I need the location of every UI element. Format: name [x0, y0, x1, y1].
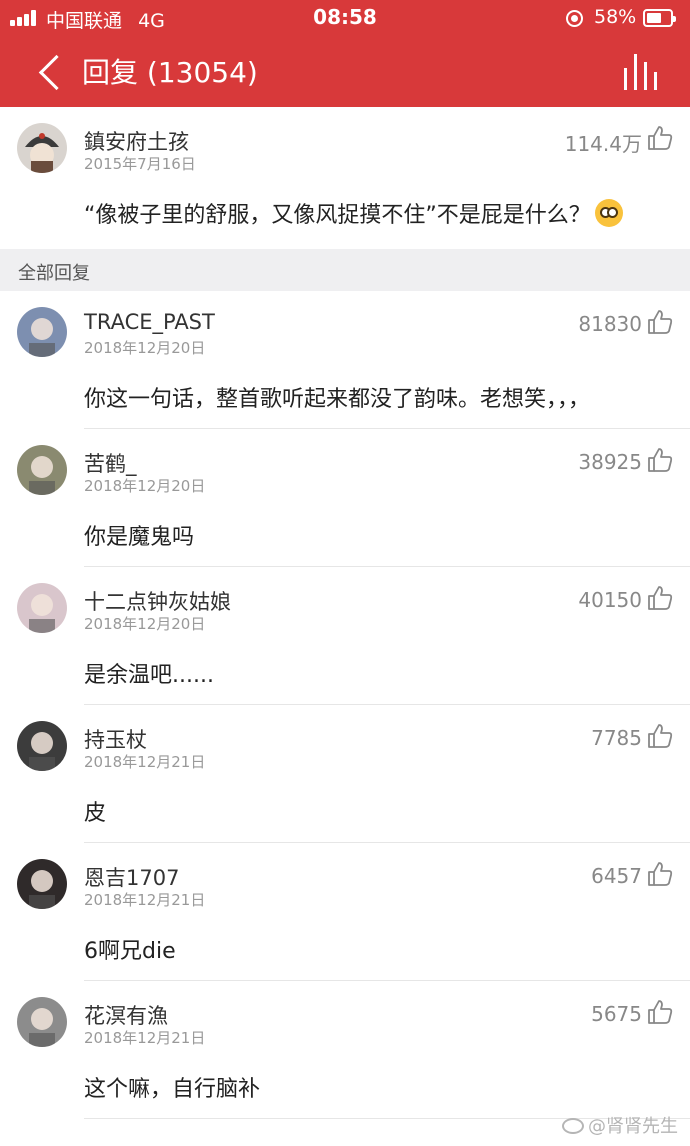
avatar[interactable] — [17, 859, 67, 909]
comment-text: 皮 — [84, 801, 107, 826]
username[interactable]: 苦鹤_ — [84, 448, 137, 478]
comment-text: 这个嘛，自行脑补 — [84, 1077, 261, 1102]
comment-date: 2018年12月20日 — [84, 615, 206, 633]
avatar[interactable] — [17, 997, 67, 1047]
battery-icon — [643, 9, 676, 27]
comment-text: 6啊兄die — [84, 939, 176, 964]
comment-date: 2015年7月16日 — [84, 155, 196, 173]
list-item[interactable]: 持玉杖 2018年12月21日 7785 皮 — [0, 705, 690, 843]
weibo-icon — [562, 1118, 584, 1134]
list-item[interactable]: TRACE_PAST 2018年12月20日 81830 你这一句话，整首歌听起来都没… — [0, 291, 690, 429]
comment-date: 2018年12月20日 — [84, 477, 206, 495]
hot-comment: 鎮安府土孩 2015年7月16日 114.4万 “像被子里的舒服，又像风捉摸不住… — [0, 107, 690, 249]
comment-text: 你是魔鬼吗 — [84, 525, 195, 550]
like-count: 81830 — [578, 312, 642, 336]
avatar[interactable] — [17, 721, 67, 771]
username[interactable]: TRACE_PAST — [84, 310, 215, 334]
comment-text: 是余温吧...... — [84, 663, 214, 688]
watermark: @肾肾先生 — [562, 1112, 678, 1138]
flushed-face-icon — [594, 199, 623, 227]
avatar[interactable] — [17, 307, 67, 357]
section-header: 全部回复 — [0, 249, 690, 291]
like-count: 38925 — [578, 450, 642, 474]
comment-text: 你这一句话，整首歌听起来都没了韵味。老想笑，，， — [84, 387, 591, 412]
username[interactable]: 持玉杖 — [84, 724, 147, 754]
list-item[interactable]: 恩吉1707 2018年12月21日 6457 6啊兄die — [0, 843, 690, 981]
thumbs-up-icon[interactable] — [647, 861, 673, 887]
comment-date: 2018年12月21日 — [84, 1029, 206, 1047]
status-bar: 中国联通 4G 08:58 58% — [0, 0, 690, 36]
username[interactable]: 鎮安府土孩 — [84, 126, 189, 156]
rotation-lock-icon — [566, 10, 583, 27]
thumbs-up-icon[interactable] — [647, 999, 673, 1025]
comment-body: “像被子里的舒服，又像风捉摸不住”不是屁是什么？ — [84, 203, 591, 228]
like-count: 7785 — [591, 726, 642, 750]
section-title: 全部回复 — [18, 263, 90, 284]
list-item[interactable]: 苦鹤_ 2018年12月20日 38925 你是魔鬼吗 — [0, 429, 690, 567]
list-item[interactable]: 花溟有漁 2018年12月21日 5675 这个嘛，自行脑补 — [0, 981, 690, 1119]
clock: 08:58 — [313, 5, 377, 29]
thumbs-up-icon[interactable] — [647, 585, 673, 611]
avatar[interactable] — [17, 123, 67, 173]
like-count: 40150 — [578, 588, 642, 612]
like-count: 5675 — [591, 1002, 642, 1026]
thumbs-up-icon[interactable] — [647, 447, 673, 473]
like-count: 114.4万 — [564, 132, 642, 156]
nav-bar: 回复 (13054) — [0, 36, 690, 107]
top-bar: 中国联通 4G 08:58 58% 回复 (13054) — [0, 0, 690, 107]
watermark-text: @肾肾先生 — [588, 1116, 678, 1137]
chart-bars-icon[interactable] — [622, 52, 664, 90]
chevron-left-icon[interactable] — [36, 54, 64, 90]
comment-text: “像被子里的舒服，又像风捉摸不住”不是屁是什么？ — [84, 197, 623, 229]
comment-date: 2018年12月21日 — [84, 891, 206, 909]
battery-percent: 58% — [594, 6, 637, 28]
like-count: 6457 — [591, 864, 642, 888]
list-item[interactable]: 十二点钟灰姑娘 2018年12月20日 40150 是余温吧...... — [0, 567, 690, 705]
avatar[interactable] — [17, 445, 67, 495]
comment-date: 2018年12月21日 — [84, 753, 206, 771]
avatar[interactable] — [17, 583, 67, 633]
thumbs-up-icon[interactable] — [647, 125, 673, 151]
page-title: 回复 (13054) — [82, 56, 258, 89]
thumbs-up-icon[interactable] — [647, 309, 673, 335]
username[interactable]: 十二点钟灰姑娘 — [84, 586, 231, 616]
username[interactable]: 花溟有漁 — [84, 1000, 168, 1030]
username[interactable]: 恩吉1707 — [84, 862, 179, 892]
thumbs-up-icon[interactable] — [647, 723, 673, 749]
comment-date: 2018年12月20日 — [84, 339, 206, 357]
